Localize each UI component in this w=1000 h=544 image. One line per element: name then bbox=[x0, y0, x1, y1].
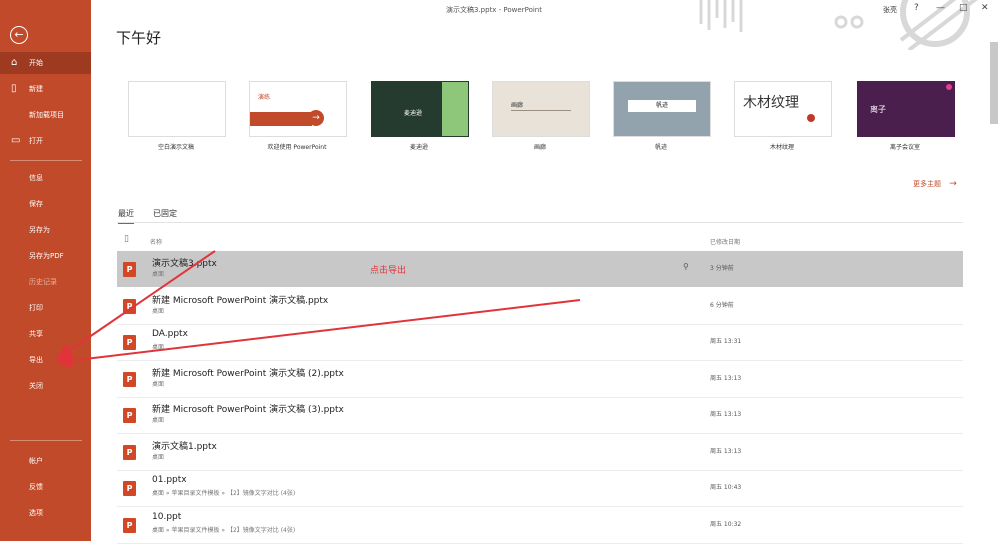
template-label: 空白演示文稿 bbox=[157, 144, 194, 151]
sidebar-item-export[interactable]: 导出 bbox=[0, 349, 91, 371]
table-row[interactable]: P 演示文稿1.pptx 桌面 周五 13:13 bbox=[117, 434, 963, 471]
sidebar-divider bbox=[10, 160, 82, 161]
template-welcome[interactable]: 演练 → bbox=[249, 81, 347, 137]
arrow-right-icon: → bbox=[949, 179, 957, 189]
sidebar-item-info[interactable]: 信息 bbox=[0, 167, 91, 189]
sidebar-item-account[interactable]: 帐户 bbox=[0, 450, 91, 472]
sidebar-item-feedback[interactable]: 反馈 bbox=[0, 476, 91, 498]
scrollbar[interactable] bbox=[990, 42, 998, 124]
folder-icon: ▭ bbox=[11, 135, 21, 146]
powerpoint-file-icon: P bbox=[123, 444, 136, 460]
column-date: 已修改日期 bbox=[710, 239, 741, 246]
arrow-right-icon: → bbox=[308, 110, 324, 126]
help-icon[interactable]: ? bbox=[914, 3, 919, 13]
file-name: 01.pptx bbox=[152, 475, 187, 485]
powerpoint-file-icon: P bbox=[123, 371, 136, 387]
file-date: 周五 13:13 bbox=[710, 374, 742, 382]
template-madison[interactable]: 麦迪逊 bbox=[371, 81, 469, 137]
powerpoint-file-icon: P bbox=[123, 335, 136, 350]
page-title: 下午好 bbox=[116, 29, 162, 47]
template-ion-boardroom[interactable]: 离子 bbox=[857, 81, 955, 137]
sidebar-item-save-as[interactable]: 另存为 bbox=[0, 219, 91, 241]
sidebar-item-history: 历史记录 bbox=[29, 278, 57, 286]
backstage-main: 演示文稿3.pptx - PowerPoint 张亮 ? — □ ✕ 下午好 空… bbox=[91, 0, 1000, 544]
file-name: 10.ppt bbox=[152, 511, 182, 522]
file-name: DA.pptx bbox=[152, 329, 188, 339]
table-row[interactable]: P 新建 Microsoft PowerPoint 演示文稿.pptx 桌面 6 分钟… bbox=[117, 288, 963, 325]
sidebar-item-options[interactable]: 选项 bbox=[0, 502, 91, 524]
template-wood-type[interactable]: 木材纹理 bbox=[734, 81, 832, 137]
file-date: 周五 10:43 bbox=[710, 484, 742, 491]
file-path: 桌面 bbox=[152, 307, 165, 315]
file-date: 周五 13:13 bbox=[710, 411, 742, 418]
template-blank[interactable] bbox=[128, 81, 226, 137]
file-name: 演示文稿1.pptx bbox=[152, 441, 217, 452]
file-date: 周五 13:13 bbox=[710, 447, 742, 455]
table-row[interactable]: P 新建 Microsoft PowerPoint 演示文稿 (3).pptx 桌面… bbox=[117, 397, 963, 434]
back-arrow-icon[interactable]: ← bbox=[10, 26, 28, 44]
file-path: 桌面 bbox=[152, 453, 165, 461]
sidebar-item-close[interactable]: 关闭 bbox=[0, 375, 91, 397]
table-row[interactable]: P DA.pptx 桌面 周五 13:31 bbox=[117, 324, 963, 361]
template-label: 木材纹理 bbox=[769, 144, 794, 151]
header-decoration bbox=[699, 0, 978, 50]
file-date: 周五 10:32 bbox=[710, 520, 742, 528]
file-path: 桌面 » 苹果目录文件模板 » 【2】镜像文字对比 (4张) bbox=[152, 526, 296, 534]
file-name: 新建 Microsoft PowerPoint 演示文稿.pptx bbox=[152, 295, 329, 306]
file-date: 周五 13:31 bbox=[710, 338, 742, 345]
tab-divider bbox=[117, 222, 963, 223]
table-row[interactable]: P 演示文稿3.pptx 桌面 ⚲ 3 分钟前 bbox=[117, 251, 963, 287]
home-icon: ⌂ bbox=[11, 57, 18, 68]
template-label: 画廊 bbox=[533, 144, 546, 151]
file-name: 演示文稿3.pptx bbox=[152, 259, 217, 269]
file-path: 桌面 bbox=[152, 417, 165, 424]
template-label: 欢迎使用 PowerPoint bbox=[267, 144, 327, 151]
more-themes-link[interactable]: 更多主题 → bbox=[913, 179, 957, 189]
table-row[interactable]: P 新建 Microsoft PowerPoint 演示文稿 (2).pptx 桌面… bbox=[117, 361, 963, 398]
template-label: 帆迹 bbox=[654, 144, 667, 151]
column-name: 名称 bbox=[150, 239, 163, 246]
file-path: 桌面 bbox=[152, 271, 165, 278]
powerpoint-file-icon: P bbox=[123, 481, 136, 496]
file-path: 桌面 bbox=[152, 344, 165, 351]
backstage-sidebar: ← ⌂ 开始 ▯ 新建 新加载项目 ▭ 打开 信息 保存 另存为 另存为PDF … bbox=[0, 0, 91, 541]
template-gallery[interactable]: 画廊 bbox=[492, 81, 590, 137]
new-file-icon: ▯ bbox=[11, 83, 17, 94]
powerpoint-file-icon: P bbox=[123, 517, 136, 533]
close-icon[interactable]: ✕ bbox=[981, 3, 989, 13]
file-name: 新建 Microsoft PowerPoint 演示文稿 (3).pptx bbox=[152, 405, 344, 415]
file-path: 桌面 » 苹果目录文件模板 » 【2】镜像文字对比 (4张) bbox=[152, 490, 296, 497]
sidebar-item-home[interactable]: ⌂ 开始 bbox=[0, 52, 91, 74]
powerpoint-file-icon: P bbox=[123, 298, 136, 314]
sidebar-item-open[interactable]: ▭ 打开 bbox=[0, 130, 91, 152]
sidebar-item-new[interactable]: ▯ 新建 bbox=[0, 78, 91, 100]
sidebar-divider bbox=[10, 440, 82, 441]
file-date: 3 分钟前 bbox=[710, 265, 734, 272]
sidebar-item-print[interactable]: 打印 bbox=[0, 297, 91, 319]
minimize-icon[interactable]: — bbox=[936, 3, 945, 13]
sidebar-item-share[interactable]: 共享 bbox=[0, 323, 91, 345]
powerpoint-file-icon: P bbox=[123, 262, 136, 277]
file-date: 6 分钟前 bbox=[710, 301, 734, 309]
table-row[interactable]: P 10.ppt 桌面 » 苹果目录文件模板 » 【2】镜像文字对比 (4张) 周五 … bbox=[117, 507, 963, 544]
powerpoint-file-icon: P bbox=[123, 408, 136, 423]
file-type-icon: ▯ bbox=[124, 234, 129, 244]
sidebar-item-save-as-pdf[interactable]: 另存为PDF bbox=[0, 245, 91, 267]
tab-pinned[interactable]: 已固定 bbox=[153, 208, 177, 219]
maximize-icon[interactable]: □ bbox=[959, 3, 968, 13]
template-sail[interactable]: 帆迹 bbox=[613, 81, 711, 137]
window-title: 演示文稿3.pptx - PowerPoint bbox=[446, 6, 542, 14]
user-account[interactable]: 张亮 bbox=[883, 5, 897, 15]
file-name: 新建 Microsoft PowerPoint 演示文稿 (2).pptx bbox=[152, 368, 344, 379]
pin-icon[interactable]: ⚲ bbox=[683, 262, 689, 271]
annotation-text: 点击导出 bbox=[370, 266, 407, 276]
file-path: 桌面 bbox=[152, 380, 165, 388]
sidebar-item-save[interactable]: 保存 bbox=[0, 193, 91, 215]
sidebar-item-addins[interactable]: 新加载项目 bbox=[0, 104, 91, 126]
template-label: 麦迪逊 bbox=[409, 144, 428, 151]
template-label: 离子会议室 bbox=[889, 144, 920, 151]
table-row[interactable]: P 01.pptx 桌面 » 苹果目录文件模板 » 【2】镜像文字对比 (4张) 周五… bbox=[117, 470, 963, 507]
